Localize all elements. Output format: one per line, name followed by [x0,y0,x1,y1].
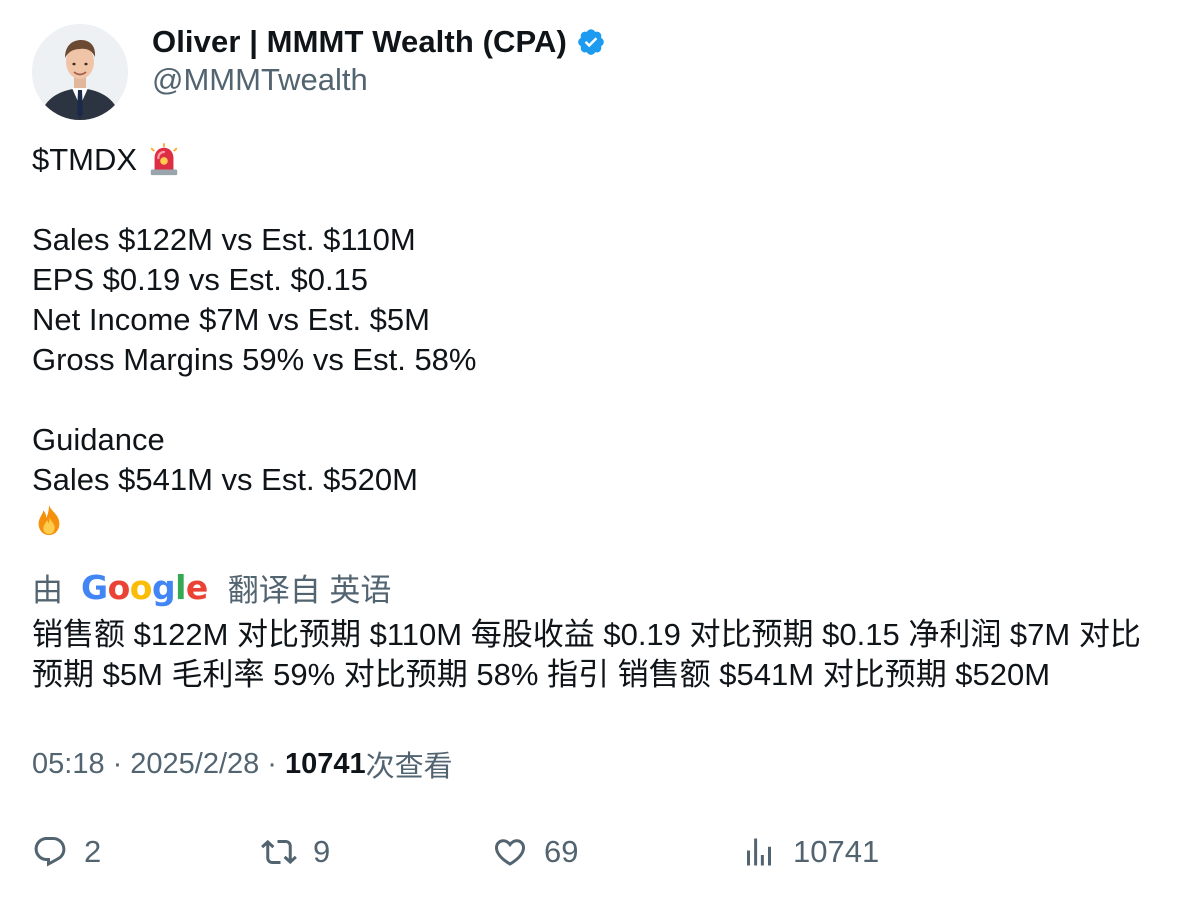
reply-count: 2 [84,834,102,869]
avatar[interactable] [32,24,128,120]
display-name[interactable]: Oliver | MMMT Wealth (CPA) [152,24,567,60]
fire-line [32,500,1162,540]
action-bar: 2 9 69 10741 [32,830,1162,874]
name-row: Oliver | MMMT Wealth (CPA) [152,24,606,60]
like-count: 69 [544,834,579,869]
ticker[interactable]: $TMDX [32,140,137,180]
tweet-text: $TMDX Sales $122M vs Est. $110M EPS $0.1… [32,140,1162,540]
author-handle[interactable]: @MMMTwealth [152,62,606,98]
metric-line: Sales $122M vs Est. $110M [32,222,416,257]
author-names: Oliver | MMMT Wealth (CPA) @MMMTwealth [152,24,606,98]
reply-icon [34,837,66,867]
rotating-light-emoji [150,143,178,176]
reply-button[interactable]: 2 [32,830,101,874]
meta-separator: · [267,747,277,780]
tweet-date[interactable]: 2025/2/28 [130,748,259,781]
metric-line: Gross Margins 59% vs Est. 58% [32,342,477,377]
tweet-meta: 05:18 · 2025/2/28 · 10741 次查看 [32,744,453,784]
translated-text: 销售额 $122M 对比预期 $110M 每股收益 $0.19 对比预期 $0.… [32,617,1141,692]
translation-source[interactable]: 翻译自 英语 [228,565,392,610]
views-count: 10741 [793,834,880,869]
view-count: 10741 [284,747,366,780]
verified-badge-icon[interactable] [576,27,606,57]
like-button[interactable]: 69 [492,830,578,874]
tweet-time[interactable]: 05:18 [32,748,105,781]
ticker-line: $TMDX [32,140,1162,180]
metric-line: EPS $0.19 vs Est. $0.15 [32,262,369,297]
guidance-line: Sales $541M vs Est. $520M [32,462,418,497]
repost-count: 9 [313,834,331,869]
repost-button[interactable]: 9 [261,830,330,874]
repost-icon [261,839,297,865]
meta-separator: · [112,747,123,780]
translation-attribution: 由 Google 翻译自 英语 [32,565,392,610]
tweet-header: Oliver | MMMT Wealth (CPA) @MMMTwealth [32,24,606,120]
view-count-label: 次查看 [365,751,453,783]
google-logo[interactable]: Google [81,568,208,607]
guidance-heading: Guidance [32,422,165,457]
translation-prefix: 由 [32,572,63,608]
bar-chart-icon [747,838,771,866]
views-button[interactable]: 10741 [741,830,879,874]
avatar-image [32,24,128,120]
heart-icon [494,839,526,866]
fire-emoji [38,504,60,536]
metric-line: Net Income $7M vs Est. $5M [32,302,430,337]
